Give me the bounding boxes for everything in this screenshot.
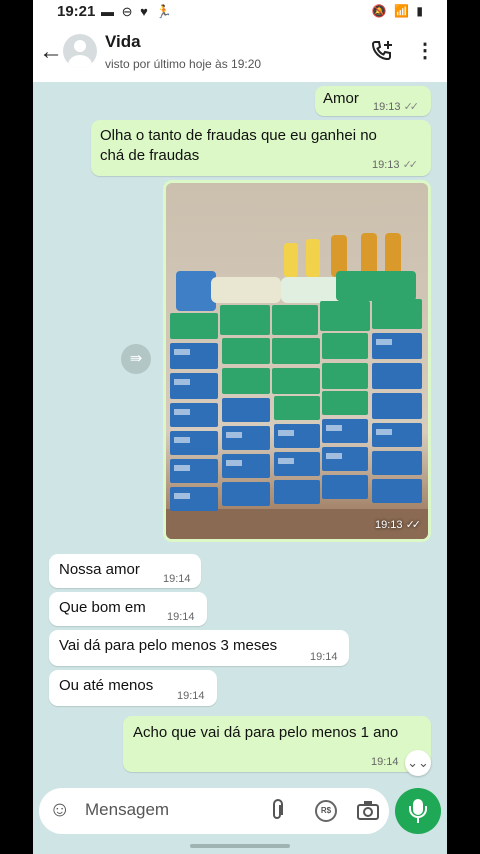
avatar[interactable]	[63, 34, 97, 68]
scroll-down-icon[interactable]: ⌄⌄	[405, 750, 431, 776]
attach-icon[interactable]	[269, 799, 285, 827]
status-bar: 19:21 ▬ ⊖ ♥ 🏃 🔕 📶 ▮	[33, 0, 447, 24]
message-text: Amor	[323, 90, 359, 107]
message-time: 19:13	[372, 159, 400, 171]
forward-icon[interactable]: ⇛	[121, 344, 151, 374]
message-meta: 19:13 ✓✓	[372, 155, 419, 175]
status-time: 19:21	[57, 3, 96, 20]
chat-header: ← Vida visto por último hoje às 19:20 ⋮	[33, 24, 447, 82]
read-ticks-icon: ✓✓	[403, 101, 420, 113]
microphone-button[interactable]	[395, 788, 441, 834]
read-ticks-icon: ✓✓	[405, 519, 422, 531]
message-time: 19:14	[163, 573, 191, 585]
image-message[interactable]: 19:13 ✓✓	[163, 180, 431, 542]
message-text: Nossa amor	[59, 561, 140, 578]
notification-icons: ▬ ⊖ ♥ 🏃	[101, 4, 174, 19]
message-time: 19:14	[371, 756, 399, 768]
message-meta: 19:13 ✓✓	[373, 97, 420, 117]
payment-icon[interactable]: R$	[315, 800, 337, 822]
image-meta: 19:13 ✓✓	[374, 518, 422, 531]
photo-illustration	[166, 233, 428, 539]
more-vertical-icon[interactable]: ⋮	[415, 38, 435, 63]
message-text-line: chá de fraudas	[100, 147, 200, 164]
message-bubble-incoming[interactable]: Nossa amor 19:14	[49, 554, 201, 588]
message-bubble-incoming[interactable]: Que bom em 19:14	[49, 592, 207, 626]
emoji-icon[interactable]: ☺	[49, 798, 70, 822]
message-bubble-incoming[interactable]: Vai dá para pelo menos 3 meses 19:14	[49, 630, 349, 666]
message-text-line: Olha o tanto de fraudas que eu ganhei no	[100, 127, 377, 144]
message-text: Acho que vai dá para pelo menos 1 ano	[133, 724, 399, 741]
message-time: 19:14	[167, 611, 195, 623]
add-call-icon[interactable]	[370, 39, 394, 69]
contact-name[interactable]: Vida	[105, 32, 141, 52]
message-bubble-outgoing[interactable]: Olha o tanto de fraudas que eu ganhei no…	[91, 120, 431, 176]
last-seen-status: visto por último hoje às 19:20	[105, 57, 262, 71]
message-time: 19:13	[373, 101, 401, 113]
message-bubble-incoming[interactable]: Ou até menos 19:14	[49, 670, 217, 706]
navigation-bar	[33, 838, 447, 854]
message-text: Que bom em	[59, 599, 146, 616]
home-gesture-bar[interactable]	[190, 844, 290, 848]
diaper-stack-photo[interactable]: 19:13 ✓✓	[166, 183, 428, 539]
message-time: 19:13	[374, 519, 403, 531]
message-time: 19:14	[310, 651, 338, 663]
message-input[interactable]	[85, 800, 255, 820]
message-bubble-outgoing[interactable]: Acho que vai dá para pelo menos 1 ano 19…	[123, 716, 431, 772]
message-text: Ou até menos	[59, 677, 154, 694]
message-time: 19:14	[177, 690, 205, 702]
message-text: Vai dá para pelo menos 3 meses	[59, 637, 278, 654]
message-bubble-outgoing[interactable]: Amor 19:13 ✓✓	[315, 86, 431, 116]
message-composer: ☺ R$	[39, 788, 389, 834]
camera-icon[interactable]	[357, 800, 379, 825]
system-icons: 🔕 📶 ▮	[371, 4, 425, 18]
chat-screen: 19:21 ▬ ⊖ ♥ 🏃 🔕 📶 ▮ ← Vida visto por últ…	[33, 0, 447, 854]
read-ticks-icon: ✓✓	[402, 159, 419, 171]
back-arrow-icon[interactable]: ←	[39, 38, 63, 66]
